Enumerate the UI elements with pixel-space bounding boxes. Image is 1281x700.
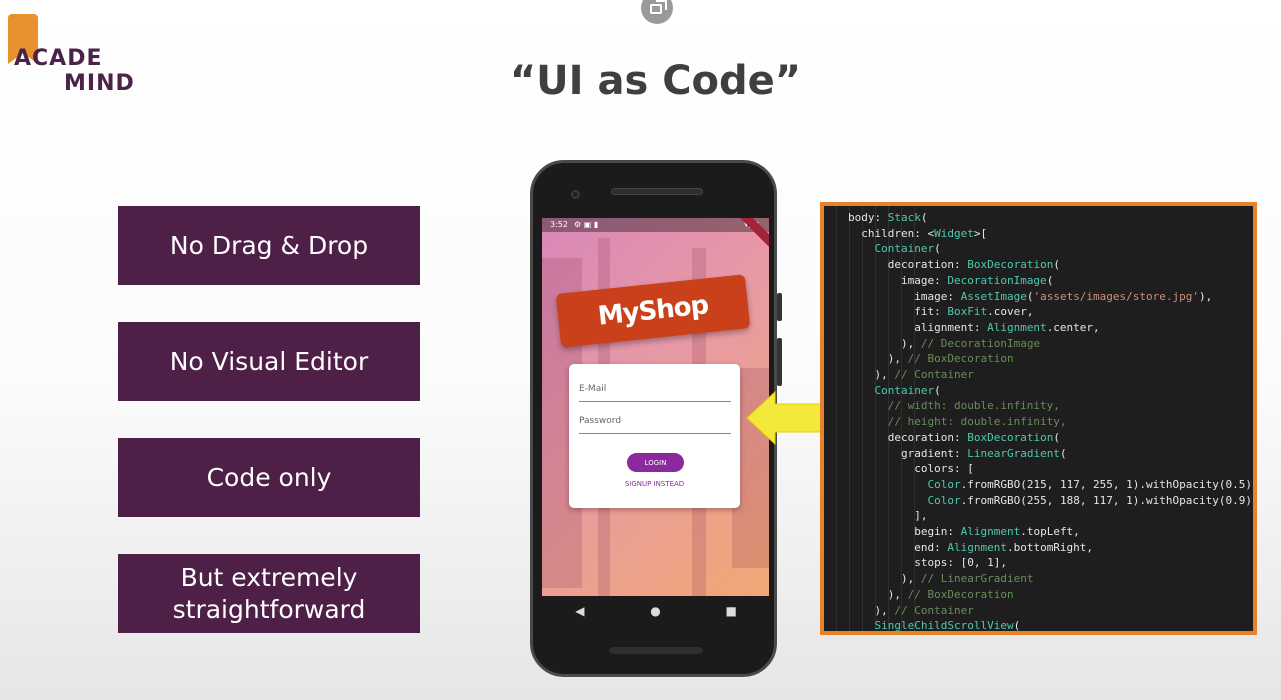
back-icon[interactable]: ◀: [565, 604, 595, 618]
email-field[interactable]: E-Mail: [579, 378, 731, 402]
code-line: Container(: [874, 383, 941, 397]
code-line: decoration: BoxDecoration(: [848, 258, 1060, 272]
status-icons: ⚙ ▣ ▮: [574, 220, 599, 229]
code-line: ), // LinearGradient: [848, 572, 1034, 586]
phone-speaker: [611, 188, 703, 195]
code-block: body: Stack( children: <Widget>[ Contain…: [848, 210, 1257, 633]
code-line: stops: [0, 1],: [848, 556, 1007, 570]
app-banner: MyShop: [555, 274, 751, 348]
code-line: image: AssetImage('assets/images/store.j…: [848, 289, 1213, 303]
android-nav-bar: ◀ ● ■: [542, 596, 769, 626]
code-line: ), // BoxDecoration: [848, 587, 1014, 601]
code-line: end: Alignment.bottomRight,: [848, 540, 1094, 554]
login-button[interactable]: LOGIN: [627, 453, 684, 472]
code-line: Container(: [874, 242, 941, 256]
code-panel: body: Stack( children: <Widget>[ Contain…: [820, 202, 1257, 635]
code-line: ), // DecorationImage: [848, 336, 1041, 350]
code-line: colors: [: [848, 462, 974, 476]
code-line: // height: double.infinity,: [848, 415, 1067, 429]
recents-icon[interactable]: ■: [716, 604, 746, 618]
code-line: alignment: Alignment.center,: [848, 320, 1100, 334]
password-field[interactable]: Password: [579, 410, 731, 434]
status-bar: 3:52 ⚙ ▣ ▮ ▾◢▮: [542, 218, 769, 232]
code-line: children: <Widget>[: [848, 226, 988, 240]
front-camera: [571, 190, 580, 199]
code-line: // width: double.infinity,: [848, 399, 1060, 413]
feature-no-visual-editor: No Visual Editor: [118, 322, 420, 401]
code-line: Color.fromRGBO(255, 188, 117, 1).withOpa…: [927, 493, 1257, 507]
login-card: E-Mail Password LOGIN SIGNUP INSTEAD: [569, 364, 740, 508]
code-line: fit: BoxFit.cover,: [848, 305, 1034, 319]
phone-mockup: 3:52 ⚙ ▣ ▮ ▾◢▮ MyShop E-Mail Password LO…: [530, 160, 782, 677]
code-line: ), // BoxDecoration: [848, 352, 1014, 366]
code-line: ), // Container: [848, 603, 974, 617]
open-in-new-icon: [650, 0, 667, 14]
home-icon[interactable]: ●: [640, 604, 670, 618]
code-line: SingleChildScrollView(: [874, 619, 1021, 633]
code-line: ), // Container: [848, 368, 974, 382]
phone-bottom-speaker: [609, 647, 703, 654]
feature-no-drag-drop: No Drag & Drop: [118, 206, 420, 285]
phone-volume-button: [777, 338, 782, 386]
code-line: decoration: BoxDecoration(: [848, 430, 1060, 444]
code-line: Color.fromRGBO(215, 117, 255, 1).withOpa…: [927, 477, 1257, 491]
code-line: image: DecorationImage(: [848, 273, 1054, 287]
code-line: gradient: LinearGradient(: [848, 446, 1067, 460]
code-line: begin: Alignment.topLeft,: [848, 525, 1080, 539]
signup-instead-link[interactable]: SIGNUP INSTEAD: [569, 480, 740, 488]
phone-screen: 3:52 ⚙ ▣ ▮ ▾◢▮ MyShop E-Mail Password LO…: [542, 218, 769, 596]
open-in-new-button[interactable]: [641, 0, 673, 24]
phone-side-button: [777, 293, 782, 321]
feature-code-only: Code only: [118, 438, 420, 517]
code-line: ],: [848, 509, 928, 523]
code-line: body: Stack(: [848, 211, 928, 224]
feature-straightforward: But extremely straightforward: [118, 554, 420, 633]
status-time: 3:52: [550, 220, 568, 229]
slide-title: “UI as Code”: [509, 58, 802, 104]
